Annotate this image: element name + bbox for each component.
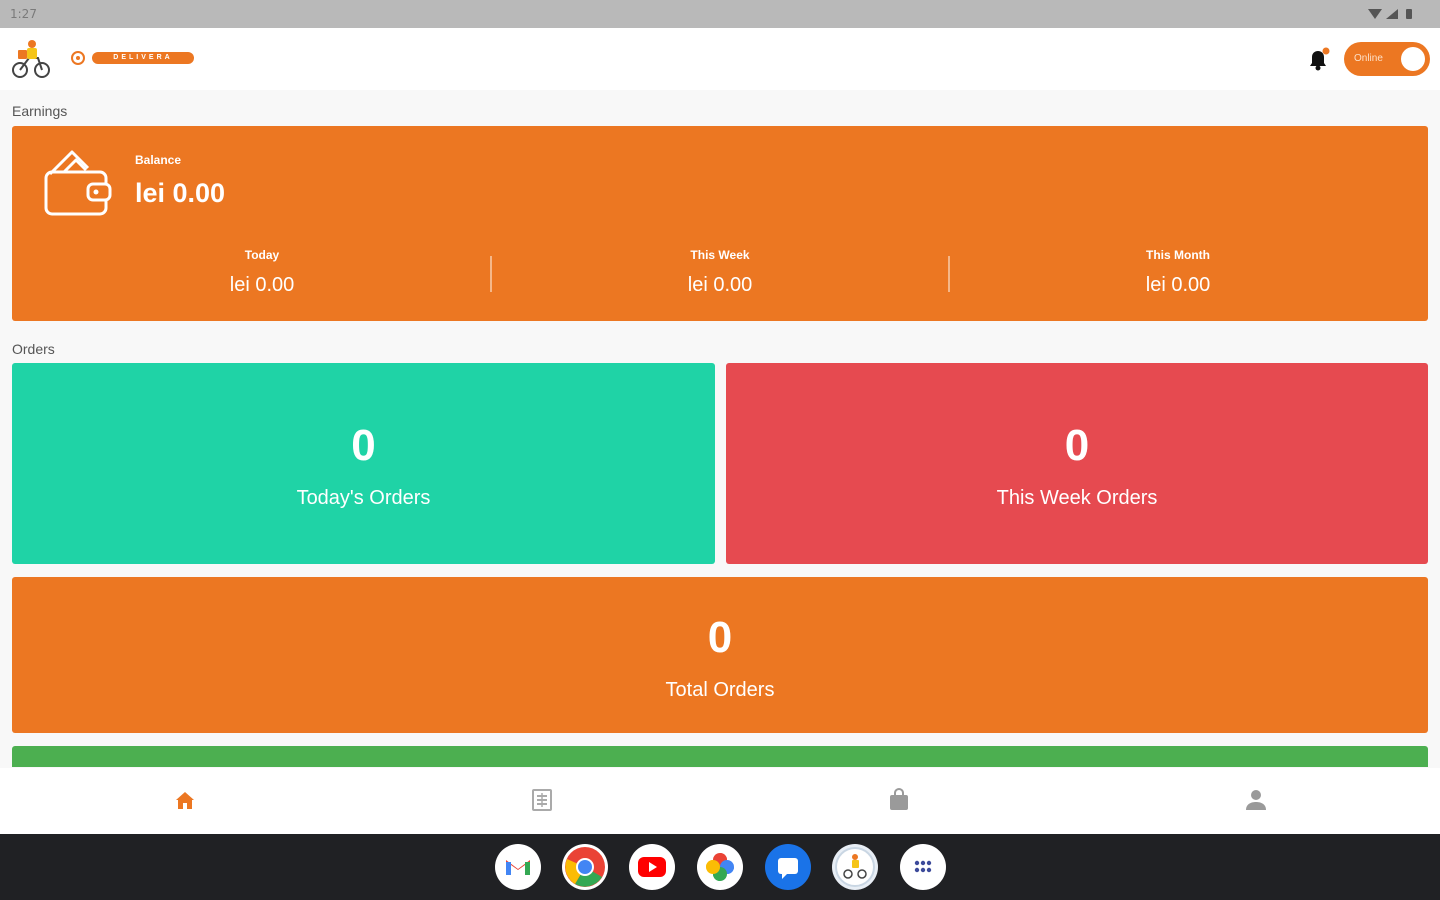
- messages-icon[interactable]: [765, 844, 811, 890]
- gmail-icon[interactable]: [495, 844, 541, 890]
- total-orders-count: 0: [707, 613, 733, 662]
- app-drawer-icon[interactable]: [900, 844, 946, 890]
- app-drawer-glyph: [914, 860, 932, 873]
- period-divider: [490, 256, 492, 292]
- period-this-month: This Month lei 0.00: [968, 248, 1388, 297]
- toggle-knob: [1401, 47, 1425, 71]
- todays-orders-card[interactable]: 0 Today's Orders: [12, 363, 715, 564]
- system-status-icons: [1368, 9, 1412, 19]
- brand-logo: DELIVERA: [70, 50, 196, 66]
- photos-glyph: [706, 853, 734, 881]
- gmail-glyph: [506, 860, 530, 875]
- total-orders-card[interactable]: 0 Total Orders: [12, 577, 1428, 733]
- home-icon[interactable]: [170, 785, 200, 815]
- photos-icon[interactable]: [697, 844, 743, 890]
- delivera-glyph: [835, 847, 875, 887]
- balance-value: lei 0.00: [135, 178, 226, 208]
- delivera-icon[interactable]: [832, 844, 878, 890]
- period-value: lei 0.00: [687, 274, 753, 296]
- period-today: Today lei 0.00: [52, 248, 472, 297]
- green-card-partial: [12, 746, 1428, 767]
- chrome-glyph: [565, 847, 605, 887]
- online-toggle-label: Online: [1354, 53, 1383, 64]
- todays-orders-label: Today's Orders: [296, 487, 431, 509]
- period-label: Today: [244, 248, 280, 262]
- orders-section-label: Orders: [12, 341, 55, 357]
- youtube-icon[interactable]: [629, 844, 675, 890]
- messages-glyph: [778, 858, 798, 879]
- chrome-icon[interactable]: [562, 844, 608, 890]
- earnings-card: Balance lei 0.00 Today lei 0.00 This Wee…: [12, 126, 1428, 321]
- app-bar: DELIVERA Online: [0, 28, 1440, 90]
- profile-icon[interactable]: [1241, 785, 1271, 815]
- period-label: This Week: [690, 248, 750, 262]
- youtube-glyph: [638, 857, 666, 877]
- total-orders-label: Total Orders: [665, 679, 775, 701]
- balance-label: Balance: [135, 153, 182, 167]
- system-dock: [0, 834, 1440, 900]
- period-divider: [948, 256, 950, 292]
- brand-mark-icon: [71, 51, 85, 65]
- week-orders-count: 0: [1064, 421, 1090, 470]
- brand-name: DELIVERA: [92, 52, 194, 64]
- period-this-week: This Week lei 0.00: [510, 248, 930, 297]
- todays-orders-count: 0: [351, 421, 376, 470]
- period-value: lei 0.00: [1145, 274, 1211, 296]
- shopping-bag-icon[interactable]: [884, 785, 914, 815]
- rider-logo-icon: [12, 40, 50, 78]
- bottom-navigation: [0, 768, 1440, 834]
- period-value: lei 0.00: [229, 274, 295, 296]
- week-orders-card[interactable]: 0 This Week Orders: [726, 363, 1428, 564]
- period-label: This Month: [1146, 248, 1210, 262]
- wallet-icon: [44, 150, 112, 216]
- status-bar: 1:27: [0, 0, 1440, 28]
- orders-list-icon[interactable]: [527, 785, 557, 815]
- status-time: 1:27: [10, 7, 37, 21]
- week-orders-label: This Week Orders: [996, 487, 1158, 509]
- earnings-section-label: Earnings: [12, 103, 68, 119]
- online-toggle[interactable]: Online: [1344, 42, 1430, 76]
- notifications-bell-icon[interactable]: [1305, 46, 1331, 72]
